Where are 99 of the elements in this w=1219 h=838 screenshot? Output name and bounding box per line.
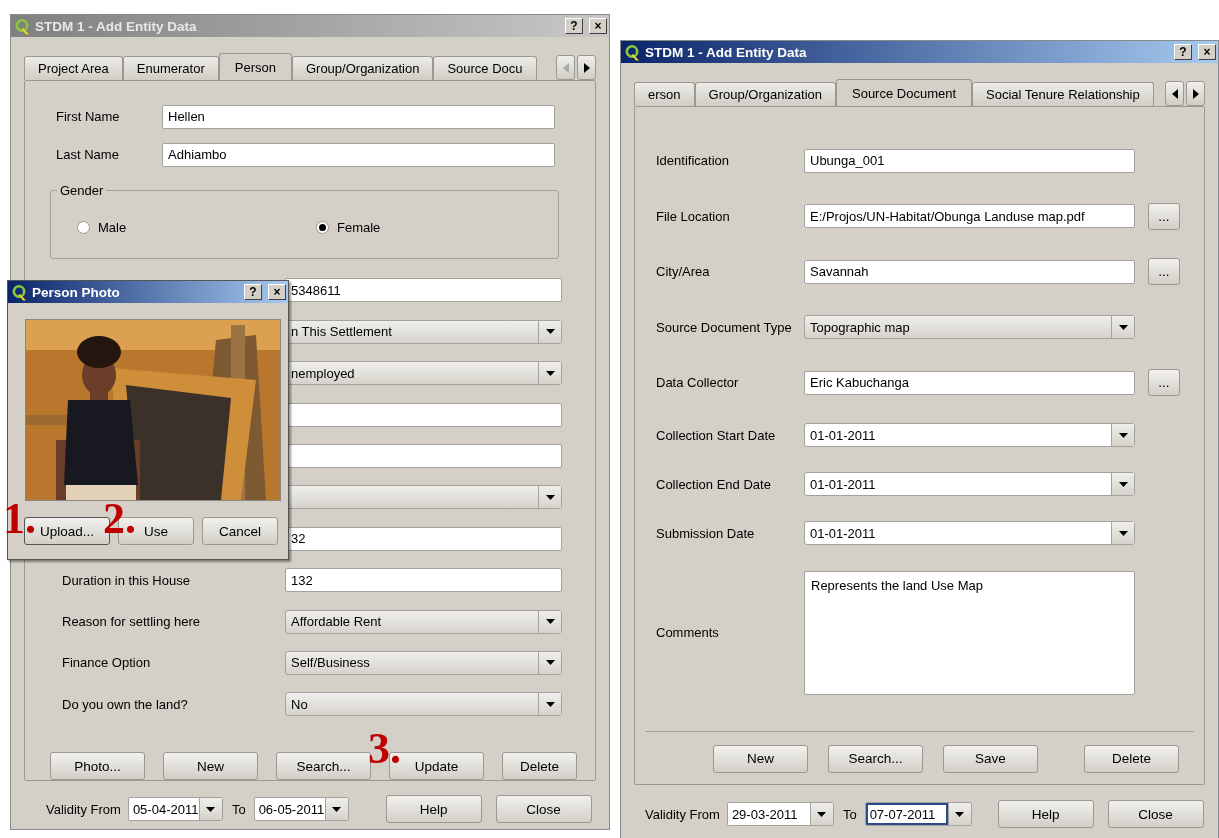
field-label: First Name (56, 109, 120, 125)
logo-icon (625, 43, 640, 61)
field-label: Source Document Type (656, 319, 792, 335)
left-arrow-icon (1171, 88, 1178, 99)
caret-icon (955, 811, 965, 817)
field-label: Validity From (46, 801, 121, 817)
radio-option[interactable]: Male (51, 220, 290, 236)
field-label: City/Area (656, 264, 710, 280)
text-field[interactable]: Hellen (162, 104, 555, 129)
tab[interactable]: Enumerator (122, 56, 219, 80)
close-button[interactable]: × (268, 284, 286, 300)
caret-icon (206, 806, 216, 812)
action-button[interactable]: New (163, 752, 258, 781)
window-title: STDM 1 - Add Entity Data (35, 18, 197, 34)
scroll-left-button[interactable] (1165, 81, 1184, 106)
caret-icon (1118, 432, 1128, 438)
tab[interactable]: Source Docu (433, 56, 537, 80)
browse-button[interactable]: ... (1148, 258, 1180, 286)
field-label: File Location (656, 208, 730, 224)
caret-icon (545, 494, 555, 500)
date-field[interactable]: 06-05-2011 (253, 797, 349, 821)
dialog-button[interactable]: Cancel (202, 517, 278, 545)
right-arrow-icon (583, 62, 590, 73)
field-label: To (842, 806, 857, 822)
field-label: Duration in this House (62, 572, 190, 588)
caret-icon (332, 806, 342, 812)
date-field[interactable]: 01-01-2011 (804, 472, 1135, 496)
field-label: Validity From (645, 806, 720, 822)
close-button[interactable]: × (589, 18, 607, 34)
text-area[interactable]: Represents the land Use Map (804, 570, 1135, 695)
logo-icon (15, 17, 30, 35)
window-title: Person Photo (32, 284, 120, 300)
caret-icon (545, 370, 555, 376)
dialog-button[interactable]: Close (1107, 800, 1204, 828)
action-button[interactable]: Search... (828, 744, 923, 773)
caret-icon (1118, 324, 1128, 330)
text-field[interactable]: Eric Kabuchanga (804, 370, 1135, 395)
text-field[interactable]: 132 (285, 568, 562, 593)
help-button[interactable]: ? (244, 284, 262, 300)
field-label: Collection End Date (656, 476, 771, 492)
right-arrow-icon (1192, 88, 1199, 99)
dropdown[interactable]: Affordable Rent (285, 609, 562, 634)
dialog-button[interactable]: Help (997, 800, 1094, 828)
scroll-right-button[interactable] (577, 55, 596, 80)
caret-icon (1118, 530, 1128, 536)
field-label: Submission Date (656, 525, 755, 541)
action-button[interactable]: Delete (1084, 744, 1179, 773)
group-title: Gender (59, 182, 105, 198)
action-button[interactable]: Photo... (50, 752, 145, 781)
action-button[interactable]: Save (943, 744, 1038, 773)
dropdown[interactable]: No (285, 692, 562, 717)
text-field[interactable]: Savannah (804, 259, 1135, 284)
logo-icon (12, 283, 27, 301)
dialog-button[interactable]: Close (495, 795, 592, 823)
close-button[interactable]: × (1198, 44, 1216, 60)
date-field[interactable]: 07-07-2011 (864, 802, 972, 826)
date-field[interactable]: 01-01-2011 (804, 423, 1135, 447)
caret-icon (545, 619, 555, 625)
left-arrow-icon (562, 62, 569, 73)
field-label: Data Collector (656, 375, 739, 391)
tab[interactable]: Group/Organization (291, 56, 434, 80)
date-field[interactable]: 05-04-2011 (127, 797, 223, 821)
caret-icon (545, 329, 555, 335)
field-label: Last Name (56, 147, 119, 163)
dropdown[interactable]: Self/Business (285, 650, 562, 675)
dropdown[interactable]: Topographic map (804, 315, 1135, 340)
radio-option[interactable]: Female (290, 220, 529, 236)
tab[interactable]: Project Area (24, 56, 123, 80)
field-label: Finance Option (62, 655, 151, 671)
tab[interactable]: erson (634, 82, 695, 106)
text-field[interactable]: E:/Projos/UN-Habitat/Obunga Landuse map.pdf (804, 204, 1135, 229)
tab[interactable]: Source Document (836, 79, 973, 106)
caret-icon (545, 701, 555, 707)
scroll-right-button[interactable] (1186, 81, 1205, 106)
text-field[interactable]: Adhiambo (162, 142, 555, 167)
action-button[interactable]: New (713, 744, 808, 773)
tab[interactable]: Group/Organization (694, 82, 836, 106)
caret-icon (817, 811, 827, 817)
help-button[interactable]: ? (1174, 44, 1192, 60)
field-label: Identification (656, 153, 729, 169)
caret-icon (545, 660, 555, 666)
window-title: STDM 1 - Add Entity Data (645, 44, 807, 60)
help-button[interactable]: ? (565, 18, 583, 34)
action-button[interactable]: Delete (502, 752, 577, 781)
text-field[interactable]: Ubunga_001 (804, 148, 1135, 173)
field-label: Reason for settling here (62, 614, 201, 630)
browse-button[interactable]: ... (1148, 202, 1180, 230)
dialog-button[interactable]: Help (385, 795, 482, 823)
caret-icon (1118, 481, 1128, 487)
field-label: Collection Start Date (656, 427, 776, 443)
field-label: To (231, 801, 246, 817)
field-label: Do you own the land? (62, 696, 188, 712)
date-field[interactable]: 29-03-2011 (726, 802, 834, 826)
tab[interactable]: Person (218, 53, 292, 80)
tab[interactable]: Social Tenure Relationship (972, 82, 1154, 106)
field-label: Comments (656, 625, 719, 640)
browse-button[interactable]: ... (1148, 369, 1180, 397)
text-field[interactable]: 5348611 (285, 278, 562, 303)
date-field[interactable]: 01-01-2011 (804, 521, 1135, 545)
